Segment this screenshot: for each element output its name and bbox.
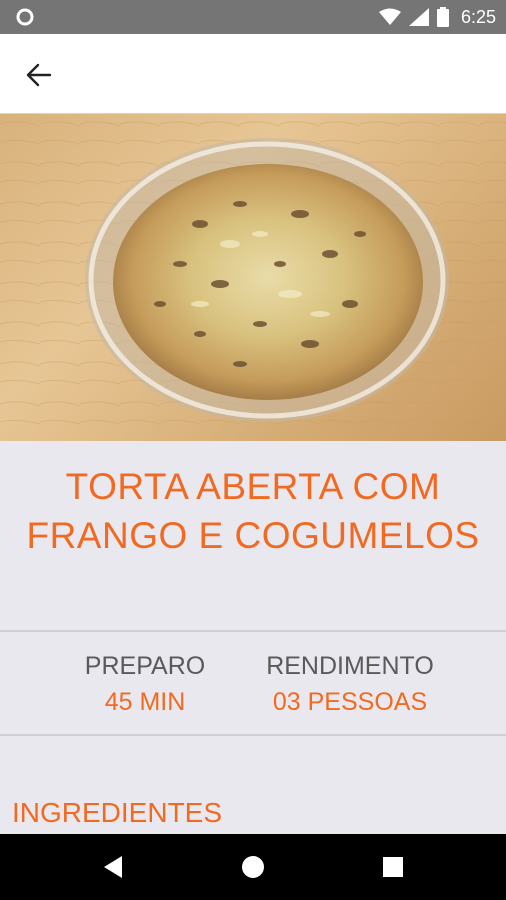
signal-icon <box>408 8 429 26</box>
system-nav-bar <box>0 834 506 900</box>
recipe-title: TORTA ABERTA COM FRANGO E COGUMELOS <box>0 462 506 560</box>
nav-back-button[interactable] <box>96 850 130 884</box>
status-icons: 6:25 <box>378 0 496 34</box>
status-bar: 6:25 <box>0 0 506 34</box>
preparo-value: 45 MIN <box>104 688 186 716</box>
recipe-title-line1: TORTA ABERTA COM <box>65 466 441 507</box>
status-time: 6:25 <box>460 6 496 27</box>
recipe-info-box: PREPARO 45 MIN RENDIMENTO 03 PESSOAS <box>0 630 506 736</box>
rendimento-value: 03 PESSOAS <box>272 688 428 716</box>
preparo-info: PREPARO 45 MIN <box>70 650 220 722</box>
preparo-label: PREPARO <box>84 652 206 680</box>
arrow-left-icon <box>26 63 52 87</box>
rendimento-label: RENDIMENTO <box>266 652 434 680</box>
app-bar <box>0 34 506 114</box>
circle-notification-icon <box>16 8 34 26</box>
battery-icon <box>436 7 449 27</box>
pie-dish-illustration <box>0 114 506 441</box>
nav-recents-button[interactable] <box>376 850 410 884</box>
back-button[interactable] <box>20 56 58 94</box>
home-circle-icon <box>242 856 264 878</box>
recipe-photo <box>0 114 506 441</box>
wifi-icon <box>378 8 401 25</box>
rendimento-info: RENDIMENTO 03 PESSOAS <box>250 650 450 722</box>
recents-square-icon <box>383 857 403 877</box>
ingredients-heading: INGREDIENTES <box>12 797 223 828</box>
back-triangle-icon <box>104 856 122 878</box>
nav-home-button[interactable] <box>236 850 270 884</box>
recipe-title-line2: FRANGO E COGUMELOS <box>26 515 480 556</box>
